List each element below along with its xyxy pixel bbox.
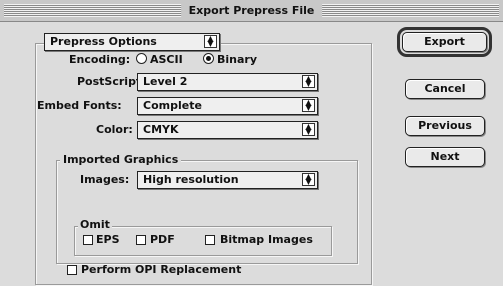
popup-arrows-icon: ▲ ▼ xyxy=(302,123,315,136)
export-button[interactable]: Export xyxy=(397,27,492,57)
color-value: CMYK xyxy=(143,123,179,136)
section-popup-value: Prepress Options xyxy=(50,35,157,48)
popup-arrows-icon: ▲ ▼ xyxy=(302,173,315,186)
title-bar[interactable]: Export Prepress File xyxy=(0,0,503,22)
encoding-binary-label: Binary xyxy=(217,53,258,66)
encoding-binary-radio[interactable]: Binary xyxy=(203,52,257,68)
embed-fonts-popup[interactable]: Complete ▲ ▼ xyxy=(137,97,318,115)
omit-title: Omit xyxy=(78,217,112,233)
postscript-label: PostScript: xyxy=(77,75,146,88)
encoding-ascii-label: ASCII xyxy=(150,53,183,66)
encoding-label: Encoding: xyxy=(69,53,131,66)
checkbox-icon xyxy=(136,235,146,245)
encoding-ascii-radio[interactable]: ASCII xyxy=(136,52,183,68)
color-popup[interactable]: CMYK ▲ ▼ xyxy=(137,121,318,139)
popup-arrows-icon: ▲ ▼ xyxy=(302,99,315,112)
section-popup[interactable]: Prepress Options ▲ ▼ xyxy=(44,33,220,51)
next-button[interactable]: Next xyxy=(405,147,485,167)
dialog-content: Prepress Options ▲ ▼ Encoding: ASCII Bina… xyxy=(0,22,503,286)
images-value: High resolution xyxy=(143,173,239,186)
omit-pdf-label: PDF xyxy=(150,233,175,246)
checkbox-icon xyxy=(67,265,77,275)
embed-fonts-value: Complete xyxy=(143,99,202,112)
radio-off-icon xyxy=(136,53,147,64)
popup-arrows-icon: ▲ ▼ xyxy=(302,75,315,88)
radio-on-icon xyxy=(203,53,214,64)
checkbox-icon xyxy=(205,235,215,245)
popup-arrows-icon: ▲ ▼ xyxy=(204,35,217,48)
images-label: Images: xyxy=(80,173,130,186)
omit-bitmap-label: Bitmap Images xyxy=(220,233,313,246)
imported-graphics-title: Imported Graphics xyxy=(60,152,182,168)
omit-eps-label: EPS xyxy=(96,233,120,246)
cancel-button[interactable]: Cancel xyxy=(405,79,485,99)
previous-button[interactable]: Previous xyxy=(405,116,485,136)
color-label: Color: xyxy=(96,123,133,136)
checkbox-icon xyxy=(83,235,93,245)
embed-fonts-label: Embed Fonts: xyxy=(37,99,122,112)
opi-replacement-label: Perform OPI Replacement xyxy=(81,263,242,276)
postscript-value: Level 2 xyxy=(143,75,188,88)
images-popup[interactable]: High resolution ▲ ▼ xyxy=(137,171,318,189)
postscript-popup[interactable]: Level 2 ▲ ▼ xyxy=(137,73,318,91)
window-title: Export Prepress File xyxy=(180,3,323,19)
